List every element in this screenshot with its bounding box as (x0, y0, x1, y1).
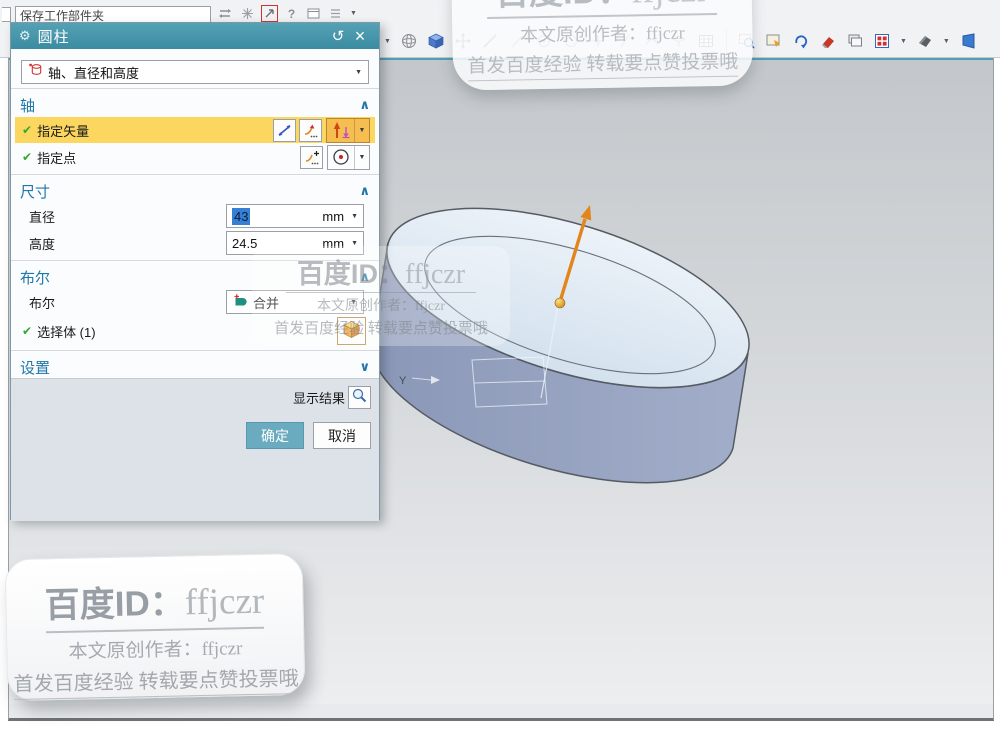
watermark-id-line: 百度ID：ffjczr (296, 259, 466, 290)
point-dialog-button[interactable] (300, 145, 323, 169)
show-result-row: 显示结果 (19, 386, 371, 409)
cancel-button[interactable]: 取消 (313, 422, 371, 449)
separator (11, 88, 379, 90)
diameter-value[interactable]: 43 (232, 207, 251, 225)
specify-point-label: 指定点 (37, 150, 77, 166)
render-style-icon[interactable] (916, 32, 934, 50)
rotate-icon[interactable] (792, 32, 810, 50)
close-button[interactable]: × (349, 26, 371, 46)
point-options-caret-icon[interactable]: ▼ (354, 145, 369, 169)
collapse-chevron-icon[interactable]: ∧ (359, 97, 370, 113)
specify-point-row[interactable]: ✔ 指定点 ▼ (15, 144, 375, 170)
watermark-sticker-bottom: 百度ID：ffjczr 本文原创作者：ffjczr 首发百度经验 转载要点赞投票… (4, 552, 306, 702)
check-icon: ✔ (22, 150, 33, 164)
show-result-button[interactable] (348, 386, 371, 409)
clipped-edge-icon[interactable] (959, 32, 977, 50)
diameter-field[interactable]: 43 mm ▼ (226, 204, 364, 228)
status-bar (8, 704, 994, 721)
height-label: 高度 (29, 236, 56, 252)
watermark-footer-line: 首发百度经验 转载要点赞投票哦 (13, 662, 299, 700)
list-icon[interactable] (328, 6, 343, 21)
render-style-caret-icon[interactable]: ▼ (943, 38, 950, 45)
boolean-label: 布尔 (29, 295, 56, 311)
check-icon: ✔ (22, 123, 33, 137)
clipped-control-fragment (2, 7, 11, 22)
section-header-axis[interactable]: 轴 ∧ (11, 94, 379, 116)
magnifier-icon (351, 387, 368, 409)
watermark-rule (46, 626, 265, 634)
inferred-point-icon[interactable] (328, 146, 354, 169)
view-layout-caret-icon[interactable]: ▼ (900, 38, 907, 45)
height-value[interactable]: 24.5 (232, 236, 257, 251)
show-result-label: 显示结果 (292, 391, 345, 406)
help-icon[interactable]: ? (284, 6, 299, 21)
tool-caret-icon[interactable]: ▼ (384, 38, 391, 45)
section-header-dimensions[interactable]: 尺寸 ∧ (11, 180, 379, 202)
inferred-point-group: ▼ (327, 144, 370, 170)
check-icon: ✔ (22, 324, 33, 338)
diameter-label: 直径 (29, 209, 56, 225)
watermark-rule (286, 292, 476, 293)
window-icon[interactable] (306, 6, 321, 21)
asterisk-icon[interactable] (240, 6, 255, 21)
active-command-icon[interactable] (261, 5, 278, 22)
collapse-chevron-icon[interactable]: ∧ (359, 183, 370, 199)
watermark-sticker-middle: 百度ID：ffjczr 本文原创作者：ffjczr 首发百度经验 转载要点赞投票… (252, 246, 510, 346)
cylinder-type-icon (28, 62, 43, 82)
specify-vector-row[interactable]: ✔ 指定矢量 ▼ (15, 117, 375, 143)
specify-vector-label: 指定矢量 (37, 123, 90, 139)
send-arrows-icon[interactable] (218, 6, 233, 21)
reset-button[interactable]: ↺ (327, 26, 349, 46)
gear-icon: ⚙ (19, 28, 31, 43)
toolbar-row-quick-access: ? ▼ (218, 5, 357, 22)
watermark-footer-line: 首发百度经验 转载要点赞投票哦 (467, 46, 739, 82)
dialog-buttons: 确定 取消 (19, 422, 371, 449)
section-header-settings[interactable]: 设置 ∨ (11, 356, 379, 378)
type-caret-icon: ▼ (355, 68, 362, 76)
vector-dialog-button[interactable] (299, 118, 322, 142)
watermark-id-line: 百度ID：ffjczr (44, 580, 265, 626)
two-point-vector-button[interactable] (273, 118, 296, 142)
pan-window-icon[interactable] (765, 32, 783, 50)
dialog-titlebar[interactable]: ⚙ 圆柱 ↺ × (11, 23, 379, 49)
nx-app-window: ? ▼ ▼ (0, 0, 1000, 729)
dialog-title: 圆柱 (37, 28, 70, 46)
type-dropdown-value: 轴、直径和高度 (48, 65, 140, 81)
watermark-sticker-top: 百度ID：ffjczr 本文原创作者：ffjczr 首发百度经验 转载要点赞投票… (450, 0, 754, 91)
vector-options-caret-icon[interactable]: ▼ (354, 118, 369, 142)
watermark-footer-line: 首发百度经验 转载要点赞投票哦 (274, 321, 488, 337)
dialog-footer: 显示结果 确定 取消 (11, 378, 379, 521)
expand-chevron-icon[interactable]: ∨ (359, 359, 370, 375)
eraser-icon[interactable] (819, 32, 837, 50)
wireframe-sphere-icon[interactable] (400, 32, 418, 50)
unit-caret-icon[interactable]: ▼ (351, 213, 358, 220)
diameter-row: 直径 43 mm ▼ (15, 203, 375, 229)
quick-access-caret-icon[interactable]: ▼ (350, 10, 357, 17)
inferred-vector-icon[interactable] (327, 119, 354, 142)
diameter-unit[interactable]: mm (322, 209, 344, 224)
type-dropdown[interactable]: 轴、直径和高度 ▼ (21, 60, 369, 84)
inferred-vector-group: ▼ (326, 117, 370, 143)
view-layout-icon[interactable] (873, 32, 891, 50)
unite-icon (233, 293, 248, 311)
separator (11, 174, 379, 176)
ok-button[interactable]: 确定 (246, 422, 304, 449)
watermark-author-line: 本文原创作者：ffjczr (316, 299, 446, 314)
solid-cube-icon[interactable] (427, 32, 445, 50)
layers-icon[interactable] (846, 32, 864, 50)
separator (11, 350, 379, 352)
